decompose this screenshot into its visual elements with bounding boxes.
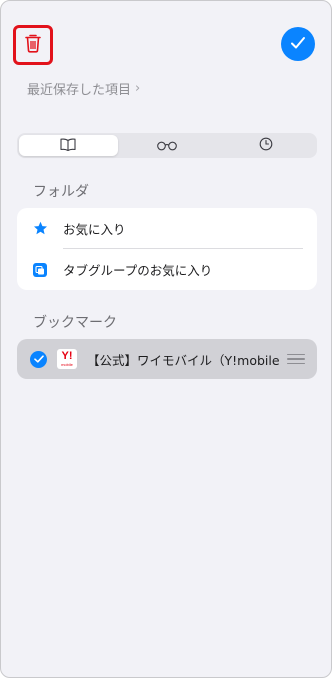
done-button[interactable] [281, 27, 315, 61]
recently-saved-link[interactable]: 最近保存した項目 › [27, 79, 140, 98]
folder-label: タブグループのお気に入り [63, 263, 213, 278]
folder-label: お気に入り [63, 222, 126, 237]
bookmark-title: 【公式】ワイモバイル（Y!mobile... [87, 352, 279, 368]
checkmark-icon [290, 35, 306, 54]
reading-glasses-icon [156, 136, 178, 155]
folders-section-title: フォルダ [33, 184, 89, 200]
favicon-subtext: mobile [61, 362, 73, 367]
bookmark-row[interactable]: Y! mobile 【公式】ワイモバイル（Y!mobile... [17, 339, 317, 379]
tab-reading-list[interactable] [118, 135, 217, 156]
folders-list: お気に入り タブグループのお気に入り [17, 208, 317, 290]
trash-icon [24, 33, 42, 57]
recently-saved-label: 最近保存した項目 [27, 83, 132, 98]
tab-group-icon [31, 261, 49, 279]
selection-checkbox[interactable] [30, 350, 47, 368]
bookmarks-edit-screen: 最近保存した項目 › フォルダ お気に入り タブグループのお気に入り ブックマー… [0, 0, 332, 678]
favicon-text: Y! [61, 350, 73, 362]
reorder-handle-icon[interactable] [287, 353, 305, 365]
folder-favorites[interactable]: お気に入り [17, 208, 317, 249]
clock-icon [259, 136, 273, 155]
star-icon [31, 220, 49, 238]
folder-tab-group-favorites[interactable]: タブグループのお気に入り [17, 249, 317, 290]
delete-button[interactable] [13, 25, 53, 65]
chevron-right-icon: › [135, 81, 141, 96]
bookmarks-section-title: ブックマーク [33, 315, 117, 331]
book-icon [60, 136, 76, 155]
tab-bookmarks[interactable] [19, 135, 118, 156]
tab-history[interactable] [216, 135, 315, 156]
view-segmented-control [17, 133, 317, 158]
ymobile-favicon: Y! mobile [57, 349, 77, 369]
